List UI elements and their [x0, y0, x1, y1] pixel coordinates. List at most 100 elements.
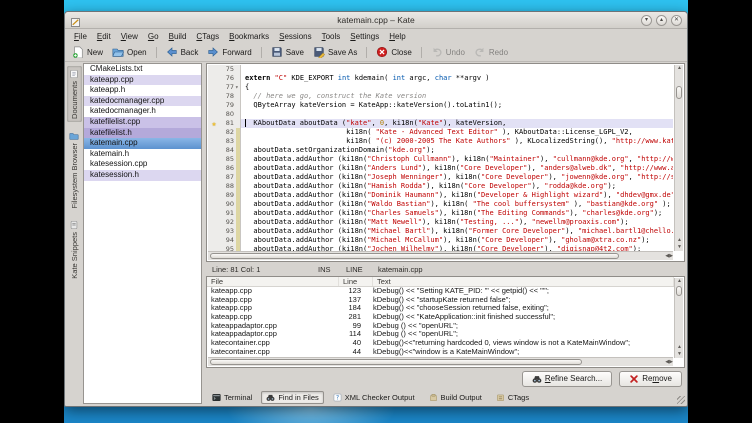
code-line[interactable]: 85 aboutData.addAuthor (ki18n("Christoph…: [208, 155, 673, 164]
code-line[interactable]: 78 // here we go, construct the Kate ver…: [208, 92, 673, 101]
search-result-row[interactable]: katecontainer.cpp44kDebug()<<"window is …: [207, 348, 674, 357]
code-line[interactable]: 75: [208, 65, 673, 74]
icon-border[interactable]: [208, 83, 220, 92]
titlebar[interactable]: katemain.cpp – Kate ▾▴✕: [65, 12, 687, 29]
folding-column[interactable]: [236, 164, 241, 173]
search-result-row[interactable]: kateappadaptor.cpp114kDebug () << "openU…: [207, 330, 674, 339]
folding-column[interactable]: [236, 101, 241, 110]
toolview-tab-find-in-files[interactable]: Find in Files: [261, 391, 323, 404]
remove-button[interactable]: Remove: [619, 371, 682, 387]
editor-horizontal-scrollbar[interactable]: ◀▶: [208, 251, 673, 260]
code-line[interactable]: 83 ki18n( "(c) 2000-2005 The Kate Author…: [208, 137, 673, 146]
icon-border[interactable]: [208, 101, 220, 110]
new-button[interactable]: New: [69, 45, 106, 59]
menu-go[interactable]: Go: [148, 32, 159, 41]
icon-border[interactable]: [208, 209, 220, 218]
code-line[interactable]: 94 aboutData.addAuthor (ki18n("Michael M…: [208, 236, 673, 245]
results-column-header[interactable]: Text: [373, 277, 674, 286]
icon-border[interactable]: [208, 128, 220, 137]
document-list-item[interactable]: katemain.h: [84, 149, 201, 160]
toolview-tab-xml-checker-output[interactable]: ?XML Checker Output: [328, 391, 420, 404]
editor-vscroll-thumb[interactable]: [676, 86, 682, 99]
menu-file[interactable]: File: [74, 32, 87, 41]
open-button[interactable]: Open: [109, 45, 150, 59]
folding-column[interactable]: [236, 92, 241, 101]
scroll-up-icon[interactable]: ▲: [675, 237, 684, 244]
results-hscroll-thumb[interactable]: [210, 359, 582, 365]
save-button[interactable]: Save: [268, 45, 307, 59]
icon-border[interactable]: [208, 164, 220, 173]
window-resize-grip[interactable]: [677, 396, 685, 404]
sidebar-tab-kate-snippets[interactable]: Kate Snippets: [67, 217, 82, 282]
minimize-button[interactable]: ▾: [641, 15, 652, 26]
document-list-item[interactable]: katesession.cpp: [84, 159, 201, 170]
icon-border[interactable]: [208, 65, 220, 74]
save-as-button[interactable]: Save As: [310, 45, 360, 59]
document-list-item[interactable]: CMakeLists.txt: [84, 64, 201, 75]
folding-column[interactable]: [236, 119, 241, 128]
code-line[interactable]: 80: [208, 110, 673, 119]
code-line[interactable]: 82 ki18n( "Kate - Advanced Text Editor" …: [208, 128, 673, 137]
code-line[interactable]: 77▾{: [208, 83, 673, 92]
back-button[interactable]: Back: [163, 45, 202, 59]
results-horizontal-scrollbar[interactable]: ◀▶: [208, 357, 673, 366]
folding-column[interactable]: [236, 227, 241, 236]
search-result-row[interactable]: kateapp.cpp123kDebug() << "Setting KATE_…: [207, 287, 674, 296]
code-line[interactable]: 87 aboutData.addAuthor (ki18n("Joseph We…: [208, 173, 673, 182]
search-result-row[interactable]: kateapp.cpp184kDebug() << "chooseSession…: [207, 304, 674, 313]
icon-border[interactable]: [208, 173, 220, 182]
document-list-item[interactable]: katedocmanager.h: [84, 106, 201, 117]
document-list-item[interactable]: katedocmanager.cpp: [84, 96, 201, 107]
icon-border[interactable]: [208, 200, 220, 209]
folding-column[interactable]: [236, 74, 241, 83]
folding-column[interactable]: [236, 110, 241, 119]
search-result-row[interactable]: katecontainer.cpp40kDebug()<<"returning …: [207, 339, 674, 348]
code-line[interactable]: 86 aboutData.addAuthor (ki18n("Anders Lu…: [208, 164, 673, 173]
code-line[interactable]: 90 aboutData.addAuthor (ki18n("Waldo Bas…: [208, 200, 673, 209]
search-result-row[interactable]: kateapp.cpp137kDebug() << "startupKate r…: [207, 296, 674, 305]
document-list-item[interactable]: kateapp.h: [84, 85, 201, 96]
folding-column[interactable]: [236, 146, 241, 155]
search-result-row[interactable]: kateapp.cpp281kDebug() << "KateApplicati…: [207, 313, 674, 322]
toolview-tab-build-output[interactable]: Build Output: [424, 391, 487, 404]
icon-border[interactable]: ★: [208, 119, 220, 128]
icon-border[interactable]: [208, 92, 220, 101]
folding-column[interactable]: [236, 137, 241, 146]
folding-column[interactable]: [236, 200, 241, 209]
editor-vertical-scrollbar[interactable]: ▲ ▲ ▼: [674, 65, 683, 251]
icon-border[interactable]: [208, 146, 220, 155]
search-result-row[interactable]: kateappadaptor.cpp99kDebug () << "openUR…: [207, 322, 674, 331]
code-line[interactable]: 92 aboutData.addAuthor (ki18n("Matt Newe…: [208, 218, 673, 227]
document-list-item[interactable]: kateapp.cpp: [84, 75, 201, 86]
close-button[interactable]: ✕: [671, 15, 682, 26]
scroll-up-icon[interactable]: ▲: [675, 65, 684, 72]
document-list-item[interactable]: katemain.cpp: [84, 138, 201, 149]
menu-bookmarks[interactable]: Bookmarks: [229, 32, 269, 41]
document-list-item[interactable]: katefilelist.h: [84, 128, 201, 139]
folding-column[interactable]: [236, 218, 241, 227]
icon-border[interactable]: [208, 227, 220, 236]
folding-column[interactable]: [236, 173, 241, 182]
menu-build[interactable]: Build: [169, 32, 187, 41]
results-vscroll-thumb[interactable]: [676, 286, 682, 296]
refine-search-button[interactable]: Refine Search...: [522, 371, 612, 387]
fold-marker-icon[interactable]: ▾: [235, 83, 239, 92]
code-line[interactable]: 89 aboutData.addAuthor (ki18n("Dominik H…: [208, 191, 673, 200]
forward-button[interactable]: Forward: [204, 45, 254, 59]
code-line[interactable]: 76extern "C" KDE_EXPORT int kdemain( int…: [208, 74, 673, 83]
redo-button[interactable]: Redo: [471, 45, 511, 59]
scroll-left-right-icons[interactable]: ◀▶: [665, 358, 673, 367]
folding-column[interactable]: [236, 155, 241, 164]
menu-sessions[interactable]: Sessions: [279, 32, 311, 41]
folding-column[interactable]: [236, 128, 241, 137]
code-editor[interactable]: 7576extern "C" KDE_EXPORT int kdemain( i…: [206, 63, 685, 262]
folding-column[interactable]: [236, 65, 241, 74]
menu-ctags[interactable]: CTags: [196, 32, 219, 41]
sidebar-tab-documents[interactable]: Documents: [67, 66, 82, 122]
menu-tools[interactable]: Tools: [322, 32, 341, 41]
icon-border[interactable]: [208, 191, 220, 200]
icon-border[interactable]: [208, 137, 220, 146]
results-column-header[interactable]: Line: [339, 277, 373, 286]
menu-settings[interactable]: Settings: [350, 32, 379, 41]
document-list-item[interactable]: katesession.h: [84, 170, 201, 181]
